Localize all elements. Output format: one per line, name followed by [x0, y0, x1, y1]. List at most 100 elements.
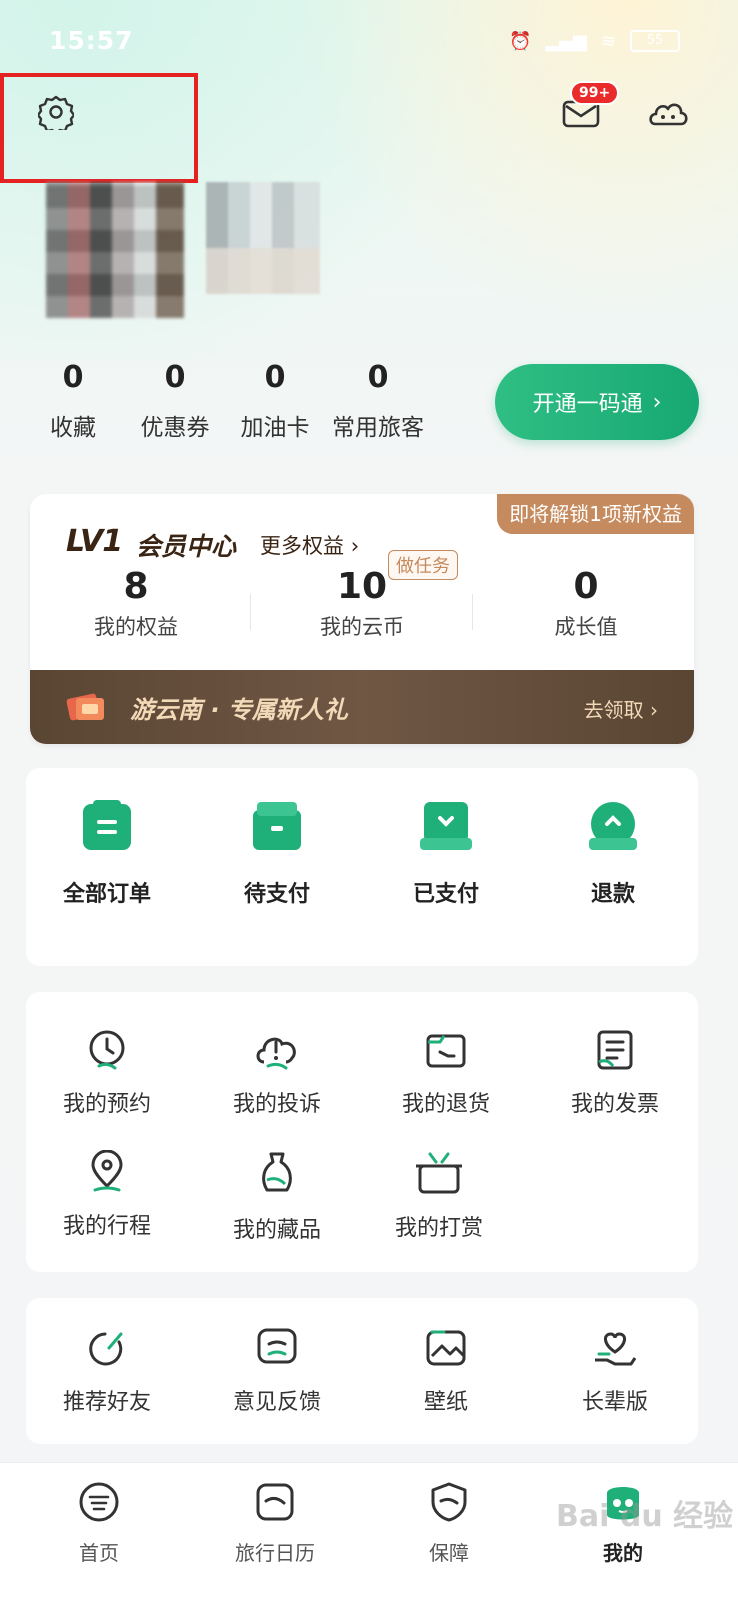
cloud-alert-icon [256, 1037, 296, 1070]
customer-service-button[interactable] [646, 94, 690, 134]
more-benefits-link[interactable]: 更多权益 › [260, 530, 359, 560]
refund-icon [589, 802, 637, 850]
member-center-card[interactable]: 即将解锁1项新权益 LV1 会员中心 更多权益 › 做任务 8 我的权益 10 … [30, 494, 694, 744]
member-coins[interactable]: 10 我的云币 [262, 566, 462, 641]
more-services-card: 推荐好友 意见反馈 壁纸 长辈版 [26, 1298, 698, 1444]
my-return-button[interactable]: 我的退货 [371, 1028, 521, 1118]
shield-icon [431, 1482, 467, 1522]
feedback-button[interactable]: 意见反馈 [202, 1326, 352, 1416]
nav-home[interactable]: 首页 [34, 1481, 164, 1566]
my-complaint-button[interactable]: 我的投诉 [202, 1028, 352, 1118]
message-count-badge: 99+ [570, 81, 620, 105]
member-level: LV1 [66, 524, 123, 559]
location-icon [91, 1150, 123, 1192]
divider [250, 594, 251, 630]
service-label: 我的发票 [570, 1092, 659, 1117]
stat-label: 常用旅客 [332, 415, 424, 441]
gift-ticket-icon [66, 693, 104, 721]
stat-label: 优惠券 [140, 415, 210, 441]
member-stat-value: 0 [573, 566, 599, 607]
member-benefits[interactable]: 8 我的权益 [36, 566, 236, 641]
nav-label: 首页 [79, 1541, 119, 1565]
recommend-friend-button[interactable]: 推荐好友 [32, 1326, 182, 1416]
nav-label: 旅行日历 [235, 1541, 315, 1565]
newcomer-gift-banner[interactable]: 游云南 · 专属新人礼 去领取 › [30, 670, 694, 744]
member-stat-label: 我的权益 [94, 615, 178, 639]
member-stat-value: 8 [123, 566, 149, 607]
my-itinerary-button[interactable]: 我的行程 [32, 1150, 182, 1240]
nav-travel-calendar[interactable]: 旅行日历 [210, 1481, 340, 1566]
status-time: 15:57 [49, 26, 134, 55]
status-bar: 15:57 ⏰ ▂▄▆ ≋ 55 [0, 0, 738, 82]
claim-label: 去领取 [583, 698, 644, 722]
order-label: 退款 [590, 882, 635, 907]
home-cloud-icon [79, 1482, 119, 1522]
more-benefits-label: 更多权益 [260, 534, 344, 558]
share-icon [89, 1332, 123, 1366]
user-stats: 0 收藏 0 优惠券 0 加油卡 0 常用旅客 [28, 358, 448, 458]
paid-button[interactable]: 已支付 [371, 798, 521, 908]
signal-icon: ▂▄▆ [545, 30, 587, 52]
elder-version-button[interactable]: 长辈版 [540, 1326, 690, 1416]
stat-favorites[interactable]: 0 收藏 [28, 358, 118, 442]
stat-label: 加油卡 [240, 415, 310, 441]
alarm-icon: ⏰ [508, 30, 532, 52]
service-label: 壁纸 [423, 1390, 468, 1415]
nav-label: 保障 [429, 1541, 469, 1565]
calendar-icon [256, 1483, 294, 1521]
gear-icon [38, 95, 74, 130]
service-label: 意见反馈 [232, 1390, 321, 1415]
member-growth[interactable]: 0 成长值 [486, 566, 686, 641]
order-label: 全部订单 [62, 882, 151, 907]
member-center-title: 会员中心 [136, 532, 237, 561]
refund-button[interactable]: 退款 [538, 798, 688, 908]
divider [472, 594, 473, 630]
cloud-mascot-icon [649, 103, 688, 126]
service-label: 我的投诉 [232, 1092, 321, 1117]
battery-icon: 55 [630, 30, 680, 52]
bottom-navigation: 首页 旅行日历 保障 我的 Bai du 经验 [0, 1462, 738, 1600]
avatar[interactable] [46, 182, 184, 318]
nav-label: 我的 [603, 1541, 643, 1565]
all-orders-button[interactable]: 全部订单 [32, 798, 182, 908]
feedback-icon [257, 1328, 297, 1364]
service-label: 我的退货 [401, 1092, 490, 1117]
stat-value: 0 [62, 360, 84, 395]
open-yimatong-button[interactable]: 开通一码通 › [495, 364, 699, 440]
stat-value: 0 [264, 360, 286, 395]
chevron-right-icon: › [650, 698, 658, 722]
service-label: 推荐好友 [62, 1390, 151, 1415]
my-reservation-button[interactable]: 我的预约 [32, 1028, 182, 1118]
chevron-right-icon: › [652, 389, 662, 415]
member-stat-label: 我的云币 [320, 615, 404, 639]
claim-link[interactable]: 去领取 › [584, 694, 658, 723]
settings-button[interactable] [36, 92, 76, 132]
user-nickname-blurred[interactable] [206, 182, 320, 294]
newcomer-gift-text: 游云南 · 专属新人礼 [130, 696, 348, 724]
all-orders-icon [83, 800, 131, 850]
my-services-card: 我的预约 我的投诉 我的退货 我的发票 我的行程 我的藏品 我的打赏 [26, 992, 698, 1272]
stat-fuel-cards[interactable]: 0 加油卡 [220, 358, 330, 442]
heart-box-icon [420, 802, 472, 850]
order-label: 待支付 [243, 882, 310, 907]
wallet-icon [253, 802, 301, 850]
chevron-right-icon: › [350, 534, 360, 558]
stat-coupons[interactable]: 0 优惠券 [120, 358, 230, 442]
service-label: 我的打赏 [394, 1216, 483, 1241]
wallpaper-icon [426, 1330, 466, 1366]
invoice-icon [597, 1030, 633, 1070]
wallpaper-button[interactable]: 壁纸 [371, 1326, 521, 1416]
my-collection-button[interactable]: 我的藏品 [202, 1150, 352, 1244]
status-icons: ⏰ ▂▄▆ ≋ 55 [509, 30, 680, 52]
pending-payment-button[interactable]: 待支付 [202, 798, 352, 908]
return-icon [426, 1034, 466, 1068]
baidu-watermark: Bai du 经验 [556, 1499, 734, 1534]
my-invoice-button[interactable]: 我的发票 [540, 1028, 690, 1118]
stat-value: 0 [367, 360, 389, 395]
stat-label: 收藏 [50, 415, 96, 441]
nav-protection[interactable]: 保障 [384, 1481, 514, 1566]
clock-icon [89, 1030, 125, 1070]
stat-frequent-travelers[interactable]: 0 常用旅客 [322, 358, 434, 442]
unlock-benefit-tag[interactable]: 即将解锁1项新权益 [497, 494, 694, 534]
my-tips-button[interactable]: 我的打赏 [364, 1150, 514, 1242]
